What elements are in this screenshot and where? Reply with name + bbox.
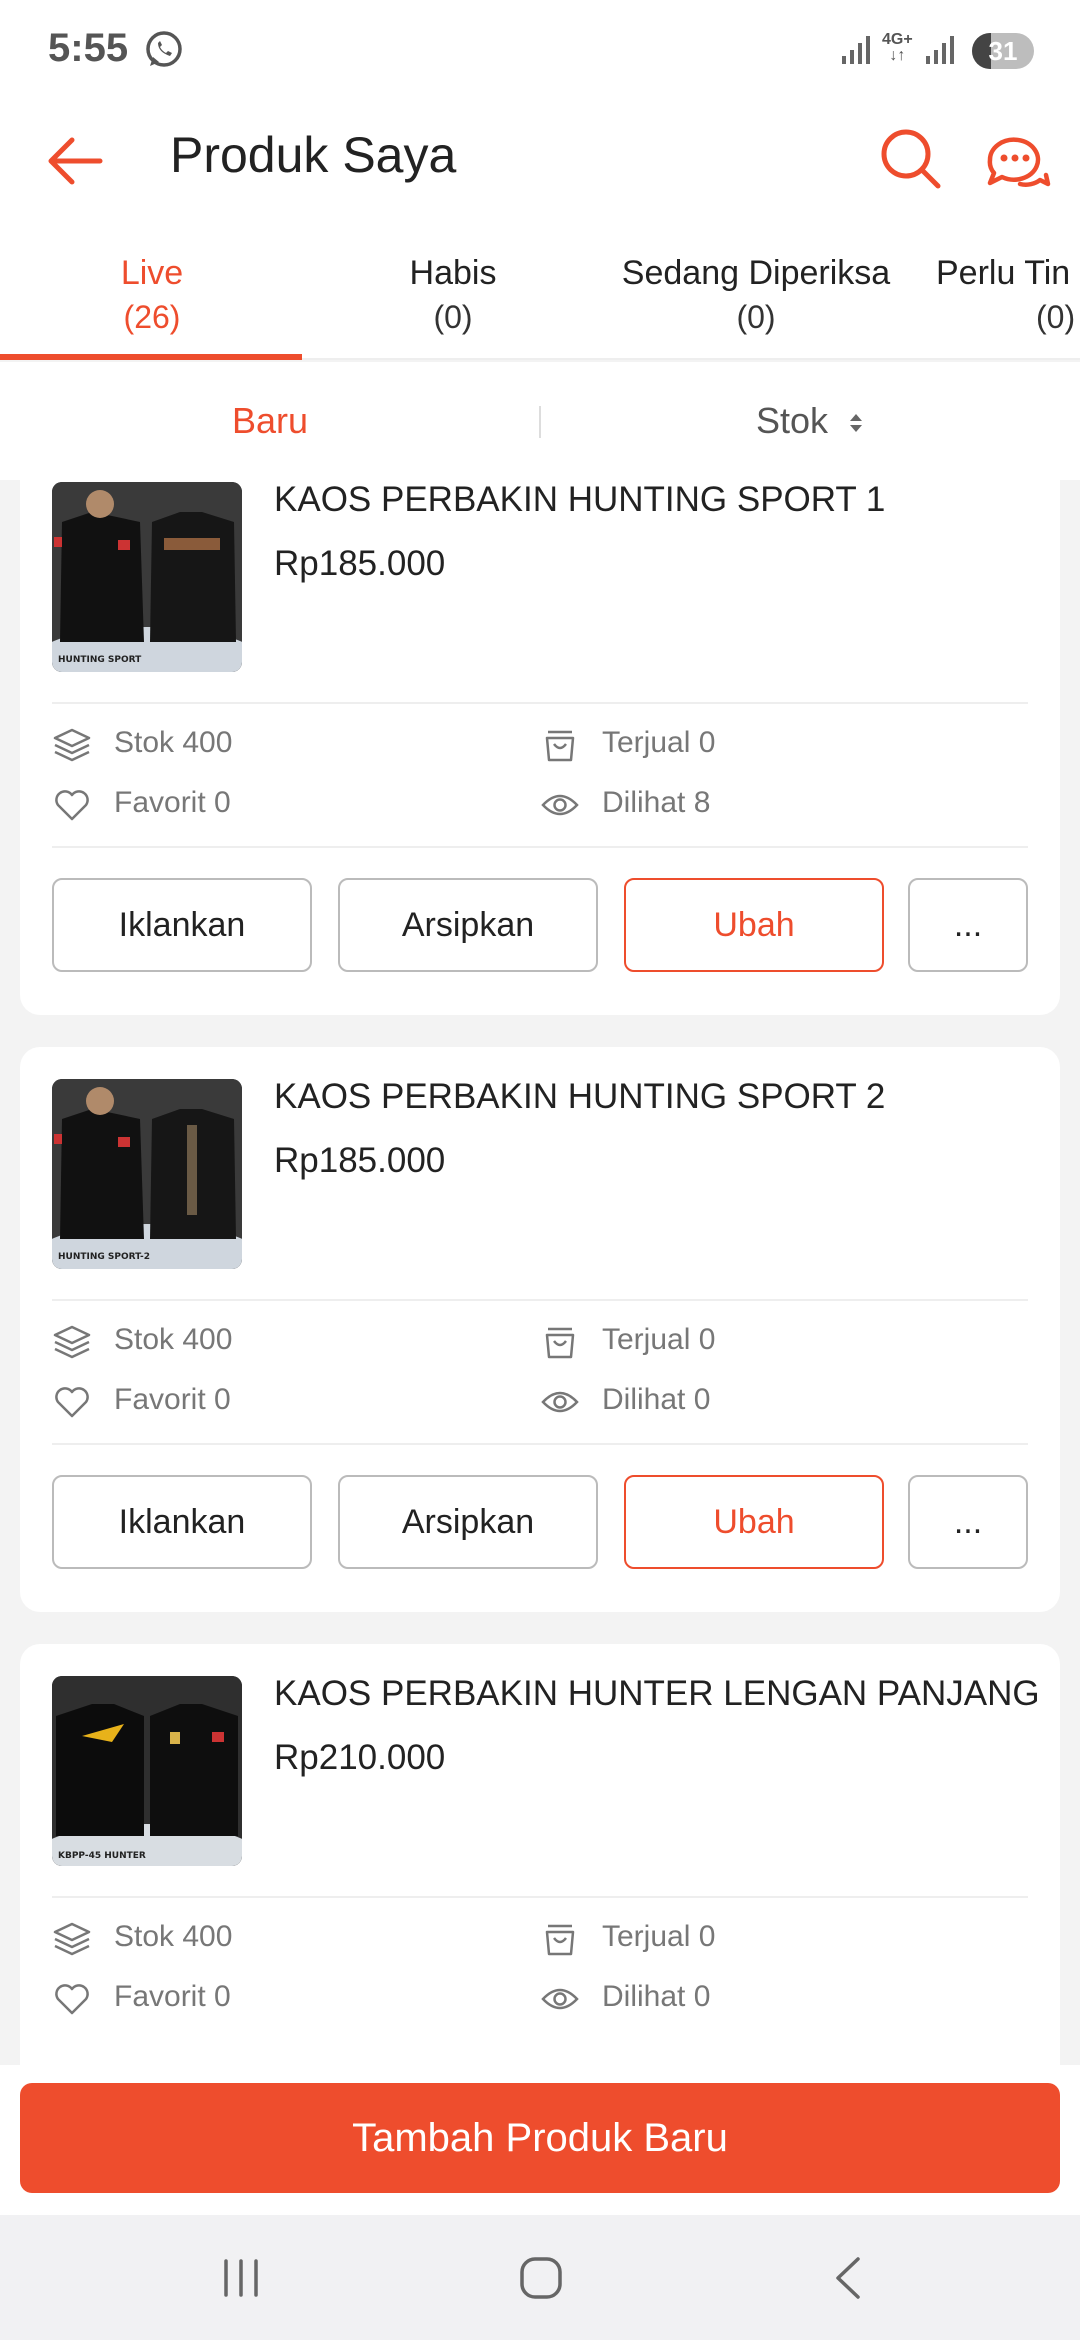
shopping-bag-icon (545, 1327, 575, 1359)
whatsapp-icon (146, 31, 182, 67)
sort-bar: Baru Stok (0, 362, 1080, 480)
layers-icon (53, 1325, 91, 1359)
more-button[interactable]: ... (908, 878, 1028, 972)
app-bar: Produk Saya (0, 100, 1080, 230)
product-card: HUNTING SPORT KAOS PERBAKIN HUNTING SPOR… (20, 480, 1060, 1015)
tab-label: Habis (409, 254, 497, 292)
archive-button[interactable]: Arsipkan (338, 878, 598, 972)
signal-icon (842, 36, 870, 64)
product-name[interactable]: KAOS PERBAKIN HUNTING SPORT 1 (274, 480, 885, 520)
system-nav-bar (0, 2215, 1080, 2340)
sort-arrows-icon (850, 414, 863, 433)
product-price: Rp185.000 (274, 544, 446, 583)
tab-label: Live (120, 254, 184, 292)
edit-button[interactable]: Ubah (624, 878, 884, 972)
divider (52, 1896, 1028, 1898)
add-product-button[interactable]: Tambah Produk Baru (20, 2083, 1060, 2193)
tab-perlu-tindakan[interactable]: Perlu Tin (0) (908, 230, 1080, 360)
signal-icon (926, 36, 954, 64)
product-card: HUNTING SPORT-2 KAOS PERBAKIN HUNTING SP… (20, 1047, 1060, 1612)
sort-newest[interactable]: Baru (0, 400, 540, 442)
tab-count: (0) (736, 299, 776, 335)
product-thumbnail-caption: HUNTING SPORT-2 (58, 1252, 150, 1262)
divider (52, 702, 1028, 704)
battery-level: 31 (988, 36, 1018, 66)
tab-count: (26) (123, 299, 181, 335)
back-nav-icon[interactable] (826, 2255, 872, 2301)
divider (52, 846, 1028, 848)
sort-stock-label: Stok (755, 400, 829, 441)
eye-icon (541, 1391, 579, 1413)
promote-button[interactable]: Iklankan (52, 1475, 312, 1569)
product-thumbnail-caption: HUNTING SPORT (58, 655, 142, 665)
product-name[interactable]: KAOS PERBAKIN HUNTING SPORT 2 (274, 1077, 885, 1117)
product-price: Rp185.000 (274, 1141, 446, 1180)
product-thumbnail[interactable]: HUNTING SPORT (52, 482, 242, 672)
sort-stock[interactable]: Stok (540, 400, 1080, 442)
shopping-bag-icon (545, 730, 575, 762)
tab-count: (0) (1036, 299, 1076, 335)
archive-button[interactable]: Arsipkan (338, 1475, 598, 1569)
tab-habis[interactable]: Habis (0) (303, 230, 603, 360)
network-type-label: 4G+ ↓↑ (882, 31, 913, 64)
heart-icon (55, 790, 89, 821)
layers-icon (53, 1922, 91, 1956)
product-price: Rp210.000 (274, 1738, 446, 1777)
status-time: 5:55 (48, 26, 129, 70)
page-title: Produk Saya (170, 127, 457, 183)
tab-label: Sedang Diperiksa (621, 254, 891, 292)
home-icon[interactable] (518, 2255, 564, 2301)
product-name[interactable]: KAOS PERBAKIN HUNTER LENGAN PANJANG (274, 1674, 1040, 1714)
product-thumbnail-caption: KBPP-45 HUNTER (58, 1851, 146, 1861)
heart-icon (55, 1387, 89, 1418)
tab-count: (0) (433, 299, 473, 335)
product-card: KBPP-45 HUNTER KAOS PERBAKIN HUNTER LENG… (20, 1644, 1060, 2065)
tab-sedang-diperiksa[interactable]: Sedang Diperiksa (0) (606, 230, 906, 360)
arrow-left-icon[interactable] (40, 126, 110, 196)
tab-label: Perlu Tin (936, 254, 1071, 292)
layers-icon (53, 728, 91, 762)
heart-icon (55, 1984, 89, 2015)
recent-apps-icon[interactable] (218, 2255, 264, 2301)
promote-button[interactable]: Iklankan (52, 878, 312, 972)
product-thumbnail[interactable]: KBPP-45 HUNTER (52, 1676, 242, 1866)
product-thumbnail[interactable]: HUNTING SPORT-2 (52, 1079, 242, 1269)
tab-active-indicator (0, 354, 302, 360)
status-bar: 5:55 4G+ ↓↑ 31 (0, 0, 1080, 100)
edit-button[interactable]: Ubah (624, 1475, 884, 1569)
battery-icon: 31 (972, 33, 1034, 69)
product-list[interactable]: HUNTING SPORT KAOS PERBAKIN HUNTING SPOR… (0, 480, 1080, 2065)
divider (52, 1443, 1028, 1445)
divider (52, 1299, 1028, 1301)
eye-icon (541, 794, 579, 816)
footer-bar: Tambah Produk Baru (0, 2065, 1080, 2215)
more-button[interactable]: ... (908, 1475, 1028, 1569)
eye-icon (541, 1988, 579, 2010)
tab-live[interactable]: Live (26) (2, 230, 302, 360)
shopping-bag-icon (545, 1924, 575, 1956)
chat-icon[interactable] (980, 124, 1052, 196)
search-icon[interactable] (876, 124, 946, 194)
status-tabs: Live (26) Habis (0) Sedang Diperiksa (0)… (0, 230, 1080, 360)
